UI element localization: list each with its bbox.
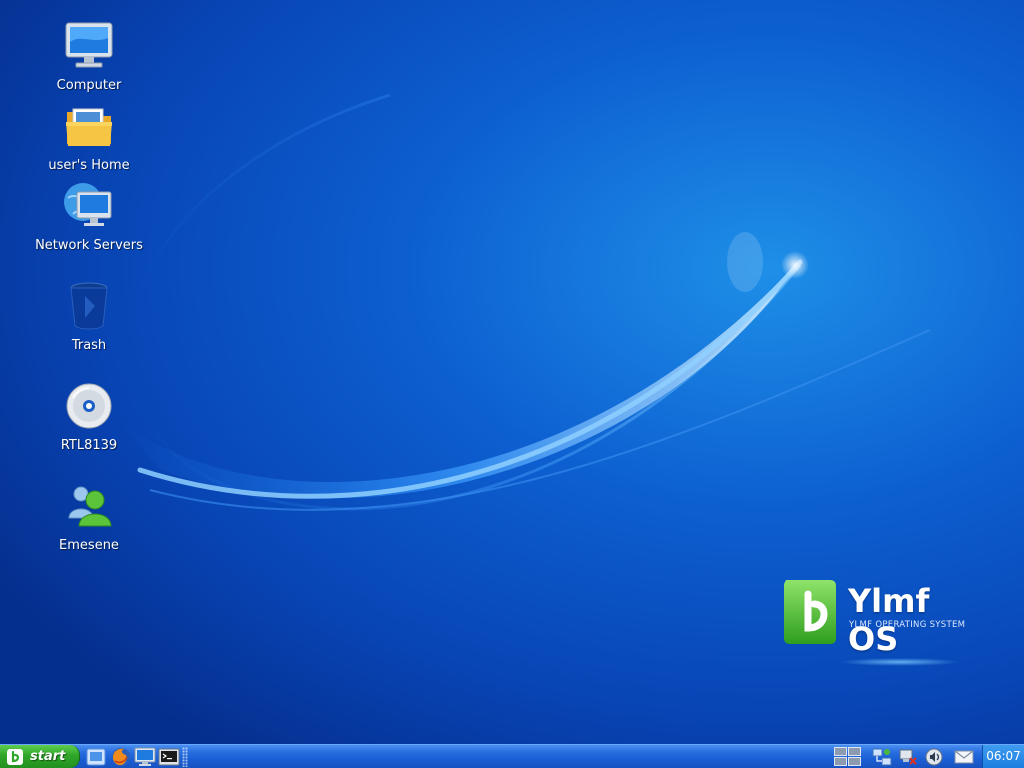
- mail-icon: [954, 750, 974, 764]
- start-button[interactable]: start: [0, 745, 80, 768]
- desktop-icon-label: Trash: [71, 338, 107, 353]
- ylmf-logo-icon: [784, 580, 836, 644]
- system-tray: 06:07: [834, 745, 1024, 768]
- tray-volume[interactable]: [924, 747, 944, 767]
- taskbar: start 06:07: [0, 744, 1024, 768]
- computer-icon: [134, 747, 156, 766]
- desktop-icon-rtl8139[interactable]: RTL8139: [19, 380, 159, 454]
- tray-mail[interactable]: [954, 747, 974, 767]
- network-disconnected-icon: [899, 749, 917, 765]
- quick-launch-terminal[interactable]: [158, 746, 180, 768]
- emesene-icon: [68, 486, 112, 527]
- workspace-3[interactable]: [834, 757, 847, 766]
- firefox-icon: [112, 748, 130, 766]
- logo-subtitle: YLMF OPERATING SYSTEM: [849, 620, 966, 630]
- start-label: start: [30, 749, 66, 764]
- show-desktop-icon: [86, 748, 106, 766]
- desktop-icon-computer[interactable]: Computer: [19, 20, 159, 94]
- cd-drive-icon: [66, 383, 112, 429]
- desktop-icon-label: RTL8139: [60, 438, 118, 453]
- home-folder-icon: [66, 108, 112, 146]
- desktop-icon-trash[interactable]: Trash: [19, 280, 159, 354]
- workspace-pager[interactable]: [834, 747, 862, 767]
- taskbar-grip[interactable]: [182, 747, 188, 767]
- workspace-2[interactable]: [848, 747, 861, 756]
- quick-launch-computer[interactable]: [134, 746, 156, 768]
- tray-network-status[interactable]: [898, 747, 918, 767]
- tray-network[interactable]: [872, 747, 892, 767]
- terminal-icon: [158, 748, 180, 766]
- desktop-icon-label: Network Servers: [35, 238, 143, 253]
- network-icon: [872, 748, 892, 766]
- network-servers-icon: [64, 183, 112, 226]
- computer-icon: [65, 22, 113, 68]
- desktop-icon-home[interactable]: user's Home: [19, 100, 159, 174]
- desktop-icon-emesene[interactable]: Emesene: [19, 480, 159, 554]
- logo-glow: [840, 658, 960, 666]
- desktop-icon-network-servers[interactable]: Network Servers: [19, 180, 159, 254]
- workspace-4[interactable]: [848, 757, 861, 766]
- desktop-icon-label: Computer: [56, 78, 122, 93]
- workspace-1[interactable]: [834, 747, 847, 756]
- clock[interactable]: 06:07: [982, 745, 1024, 768]
- volume-icon: [925, 748, 943, 766]
- trash-icon: [70, 282, 108, 330]
- desktop-icon-label: Emesene: [59, 538, 119, 553]
- quick-launch-firefox[interactable]: [110, 746, 132, 768]
- quick-launch-show-desktop[interactable]: [85, 746, 107, 768]
- start-logo-icon: [7, 748, 23, 765]
- ylmf-os-logo: Ylmf OS YLMF OPERATING SYSTEM: [780, 576, 980, 671]
- desktop-icon-label: user's Home: [48, 158, 130, 173]
